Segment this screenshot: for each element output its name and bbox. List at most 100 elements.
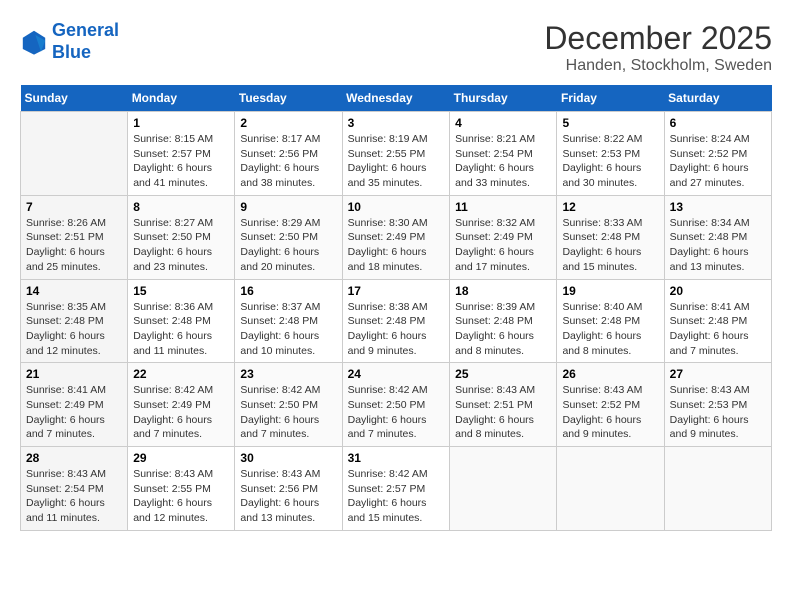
day-info: Sunrise: 8:38 AM Sunset: 2:48 PM Dayligh… xyxy=(348,300,445,359)
calendar-cell: 14 Sunrise: 8:35 AM Sunset: 2:48 PM Dayli… xyxy=(21,279,128,363)
day-info: Sunrise: 8:24 AM Sunset: 2:52 PM Dayligh… xyxy=(670,132,766,191)
calendar-cell: 25 Sunrise: 8:43 AM Sunset: 2:51 PM Dayli… xyxy=(450,363,557,447)
day-info: Sunrise: 8:35 AM Sunset: 2:48 PM Dayligh… xyxy=(26,300,122,359)
day-number: 1 xyxy=(133,116,229,130)
calendar-cell: 15 Sunrise: 8:36 AM Sunset: 2:48 PM Dayli… xyxy=(128,279,235,363)
calendar-cell xyxy=(557,447,664,531)
day-number: 16 xyxy=(240,284,336,298)
day-number: 6 xyxy=(670,116,766,130)
day-info: Sunrise: 8:30 AM Sunset: 2:49 PM Dayligh… xyxy=(348,216,445,275)
day-number: 7 xyxy=(26,200,122,214)
calendar-table: SundayMondayTuesdayWednesdayThursdayFrid… xyxy=(20,85,772,531)
day-number: 4 xyxy=(455,116,551,130)
column-header-thursday: Thursday xyxy=(450,85,557,112)
day-number: 20 xyxy=(670,284,766,298)
day-info: Sunrise: 8:41 AM Sunset: 2:48 PM Dayligh… xyxy=(670,300,766,359)
day-info: Sunrise: 8:43 AM Sunset: 2:55 PM Dayligh… xyxy=(133,467,229,526)
day-number: 19 xyxy=(562,284,658,298)
calendar-cell: 19 Sunrise: 8:40 AM Sunset: 2:48 PM Dayli… xyxy=(557,279,664,363)
calendar-header: SundayMondayTuesdayWednesdayThursdayFrid… xyxy=(21,85,772,112)
day-number: 14 xyxy=(26,284,122,298)
title-area: December 2025 Handen, Stockholm, Sweden xyxy=(544,20,772,75)
calendar-cell xyxy=(664,447,771,531)
calendar-cell: 23 Sunrise: 8:42 AM Sunset: 2:50 PM Dayli… xyxy=(235,363,342,447)
day-info: Sunrise: 8:21 AM Sunset: 2:54 PM Dayligh… xyxy=(455,132,551,191)
logo-text: General Blue xyxy=(52,20,119,63)
day-info: Sunrise: 8:29 AM Sunset: 2:50 PM Dayligh… xyxy=(240,216,336,275)
day-number: 28 xyxy=(26,451,122,465)
calendar-cell: 9 Sunrise: 8:29 AM Sunset: 2:50 PM Daylig… xyxy=(235,195,342,279)
day-number: 27 xyxy=(670,367,766,381)
day-info: Sunrise: 8:39 AM Sunset: 2:48 PM Dayligh… xyxy=(455,300,551,359)
day-info: Sunrise: 8:43 AM Sunset: 2:56 PM Dayligh… xyxy=(240,467,336,526)
column-header-friday: Friday xyxy=(557,85,664,112)
day-number: 5 xyxy=(562,116,658,130)
calendar-week-2: 7 Sunrise: 8:26 AM Sunset: 2:51 PM Daylig… xyxy=(21,195,772,279)
day-number: 23 xyxy=(240,367,336,381)
day-number: 22 xyxy=(133,367,229,381)
day-info: Sunrise: 8:40 AM Sunset: 2:48 PM Dayligh… xyxy=(562,300,658,359)
calendar-cell: 28 Sunrise: 8:43 AM Sunset: 2:54 PM Dayli… xyxy=(21,447,128,531)
calendar-cell: 11Sunrise: 8:32 AM Sunset: 2:49 PM Dayli… xyxy=(450,195,557,279)
calendar-cell: 30 Sunrise: 8:43 AM Sunset: 2:56 PM Dayli… xyxy=(235,447,342,531)
day-info: Sunrise: 8:26 AM Sunset: 2:51 PM Dayligh… xyxy=(26,216,122,275)
column-header-monday: Monday xyxy=(128,85,235,112)
day-info: Sunrise: 8:19 AM Sunset: 2:55 PM Dayligh… xyxy=(348,132,445,191)
day-number: 10 xyxy=(348,200,445,214)
calendar-body: 1Sunrise: 8:15 AM Sunset: 2:57 PM Daylig… xyxy=(21,112,772,531)
calendar-cell: 26 Sunrise: 8:43 AM Sunset: 2:52 PM Dayli… xyxy=(557,363,664,447)
day-info: Sunrise: 8:43 AM Sunset: 2:53 PM Dayligh… xyxy=(670,383,766,442)
calendar-cell: 29 Sunrise: 8:43 AM Sunset: 2:55 PM Dayli… xyxy=(128,447,235,531)
day-info: Sunrise: 8:43 AM Sunset: 2:54 PM Dayligh… xyxy=(26,467,122,526)
day-number: 31 xyxy=(348,451,445,465)
day-info: Sunrise: 8:33 AM Sunset: 2:48 PM Dayligh… xyxy=(562,216,658,275)
logo-icon xyxy=(20,28,48,56)
day-info: Sunrise: 8:42 AM Sunset: 2:57 PM Dayligh… xyxy=(348,467,445,526)
day-number: 15 xyxy=(133,284,229,298)
day-info: Sunrise: 8:42 AM Sunset: 2:50 PM Dayligh… xyxy=(240,383,336,442)
calendar-cell: 10 Sunrise: 8:30 AM Sunset: 2:49 PM Dayli… xyxy=(342,195,450,279)
day-info: Sunrise: 8:27 AM Sunset: 2:50 PM Dayligh… xyxy=(133,216,229,275)
calendar-cell: 1Sunrise: 8:15 AM Sunset: 2:57 PM Daylig… xyxy=(128,112,235,196)
day-number: 13 xyxy=(670,200,766,214)
calendar-cell: 3 Sunrise: 8:19 AM Sunset: 2:55 PM Daylig… xyxy=(342,112,450,196)
calendar-cell: 6 Sunrise: 8:24 AM Sunset: 2:52 PM Daylig… xyxy=(664,112,771,196)
calendar-cell: 18Sunrise: 8:39 AM Sunset: 2:48 PM Dayli… xyxy=(450,279,557,363)
day-number: 8 xyxy=(133,200,229,214)
day-number: 21 xyxy=(26,367,122,381)
calendar-cell: 8 Sunrise: 8:27 AM Sunset: 2:50 PM Daylig… xyxy=(128,195,235,279)
day-number: 3 xyxy=(348,116,445,130)
calendar-week-4: 21 Sunrise: 8:41 AM Sunset: 2:49 PM Dayli… xyxy=(21,363,772,447)
day-info: Sunrise: 8:42 AM Sunset: 2:49 PM Dayligh… xyxy=(133,383,229,442)
day-number: 26 xyxy=(562,367,658,381)
calendar-cell: 4 Sunrise: 8:21 AM Sunset: 2:54 PM Daylig… xyxy=(450,112,557,196)
day-info: Sunrise: 8:43 AM Sunset: 2:51 PM Dayligh… xyxy=(455,383,551,442)
day-info: Sunrise: 8:42 AM Sunset: 2:50 PM Dayligh… xyxy=(348,383,445,442)
calendar-cell: 2Sunrise: 8:17 AM Sunset: 2:56 PM Daylig… xyxy=(235,112,342,196)
page-subtitle: Handen, Stockholm, Sweden xyxy=(544,57,772,75)
calendar-cell: 5 Sunrise: 8:22 AM Sunset: 2:53 PM Daylig… xyxy=(557,112,664,196)
column-header-sunday: Sunday xyxy=(21,85,128,112)
calendar-cell xyxy=(450,447,557,531)
day-number: 29 xyxy=(133,451,229,465)
day-number: 9 xyxy=(240,200,336,214)
page-header: General Blue December 2025 Handen, Stock… xyxy=(20,20,772,75)
calendar-cell: 21 Sunrise: 8:41 AM Sunset: 2:49 PM Dayli… xyxy=(21,363,128,447)
day-info: Sunrise: 8:22 AM Sunset: 2:53 PM Dayligh… xyxy=(562,132,658,191)
calendar-week-1: 1Sunrise: 8:15 AM Sunset: 2:57 PM Daylig… xyxy=(21,112,772,196)
calendar-cell: 16 Sunrise: 8:37 AM Sunset: 2:48 PM Dayli… xyxy=(235,279,342,363)
column-header-saturday: Saturday xyxy=(664,85,771,112)
day-info: Sunrise: 8:41 AM Sunset: 2:49 PM Dayligh… xyxy=(26,383,122,442)
day-info: Sunrise: 8:17 AM Sunset: 2:56 PM Dayligh… xyxy=(240,132,336,191)
column-header-wednesday: Wednesday xyxy=(342,85,450,112)
calendar-cell: 24 Sunrise: 8:42 AM Sunset: 2:50 PM Dayli… xyxy=(342,363,450,447)
day-info: Sunrise: 8:36 AM Sunset: 2:48 PM Dayligh… xyxy=(133,300,229,359)
day-number: 25 xyxy=(455,367,551,381)
day-info: Sunrise: 8:37 AM Sunset: 2:48 PM Dayligh… xyxy=(240,300,336,359)
header-row: SundayMondayTuesdayWednesdayThursdayFrid… xyxy=(21,85,772,112)
day-number: 11 xyxy=(455,200,551,214)
day-info: Sunrise: 8:43 AM Sunset: 2:52 PM Dayligh… xyxy=(562,383,658,442)
calendar-cell xyxy=(21,112,128,196)
day-number: 24 xyxy=(348,367,445,381)
day-number: 30 xyxy=(240,451,336,465)
